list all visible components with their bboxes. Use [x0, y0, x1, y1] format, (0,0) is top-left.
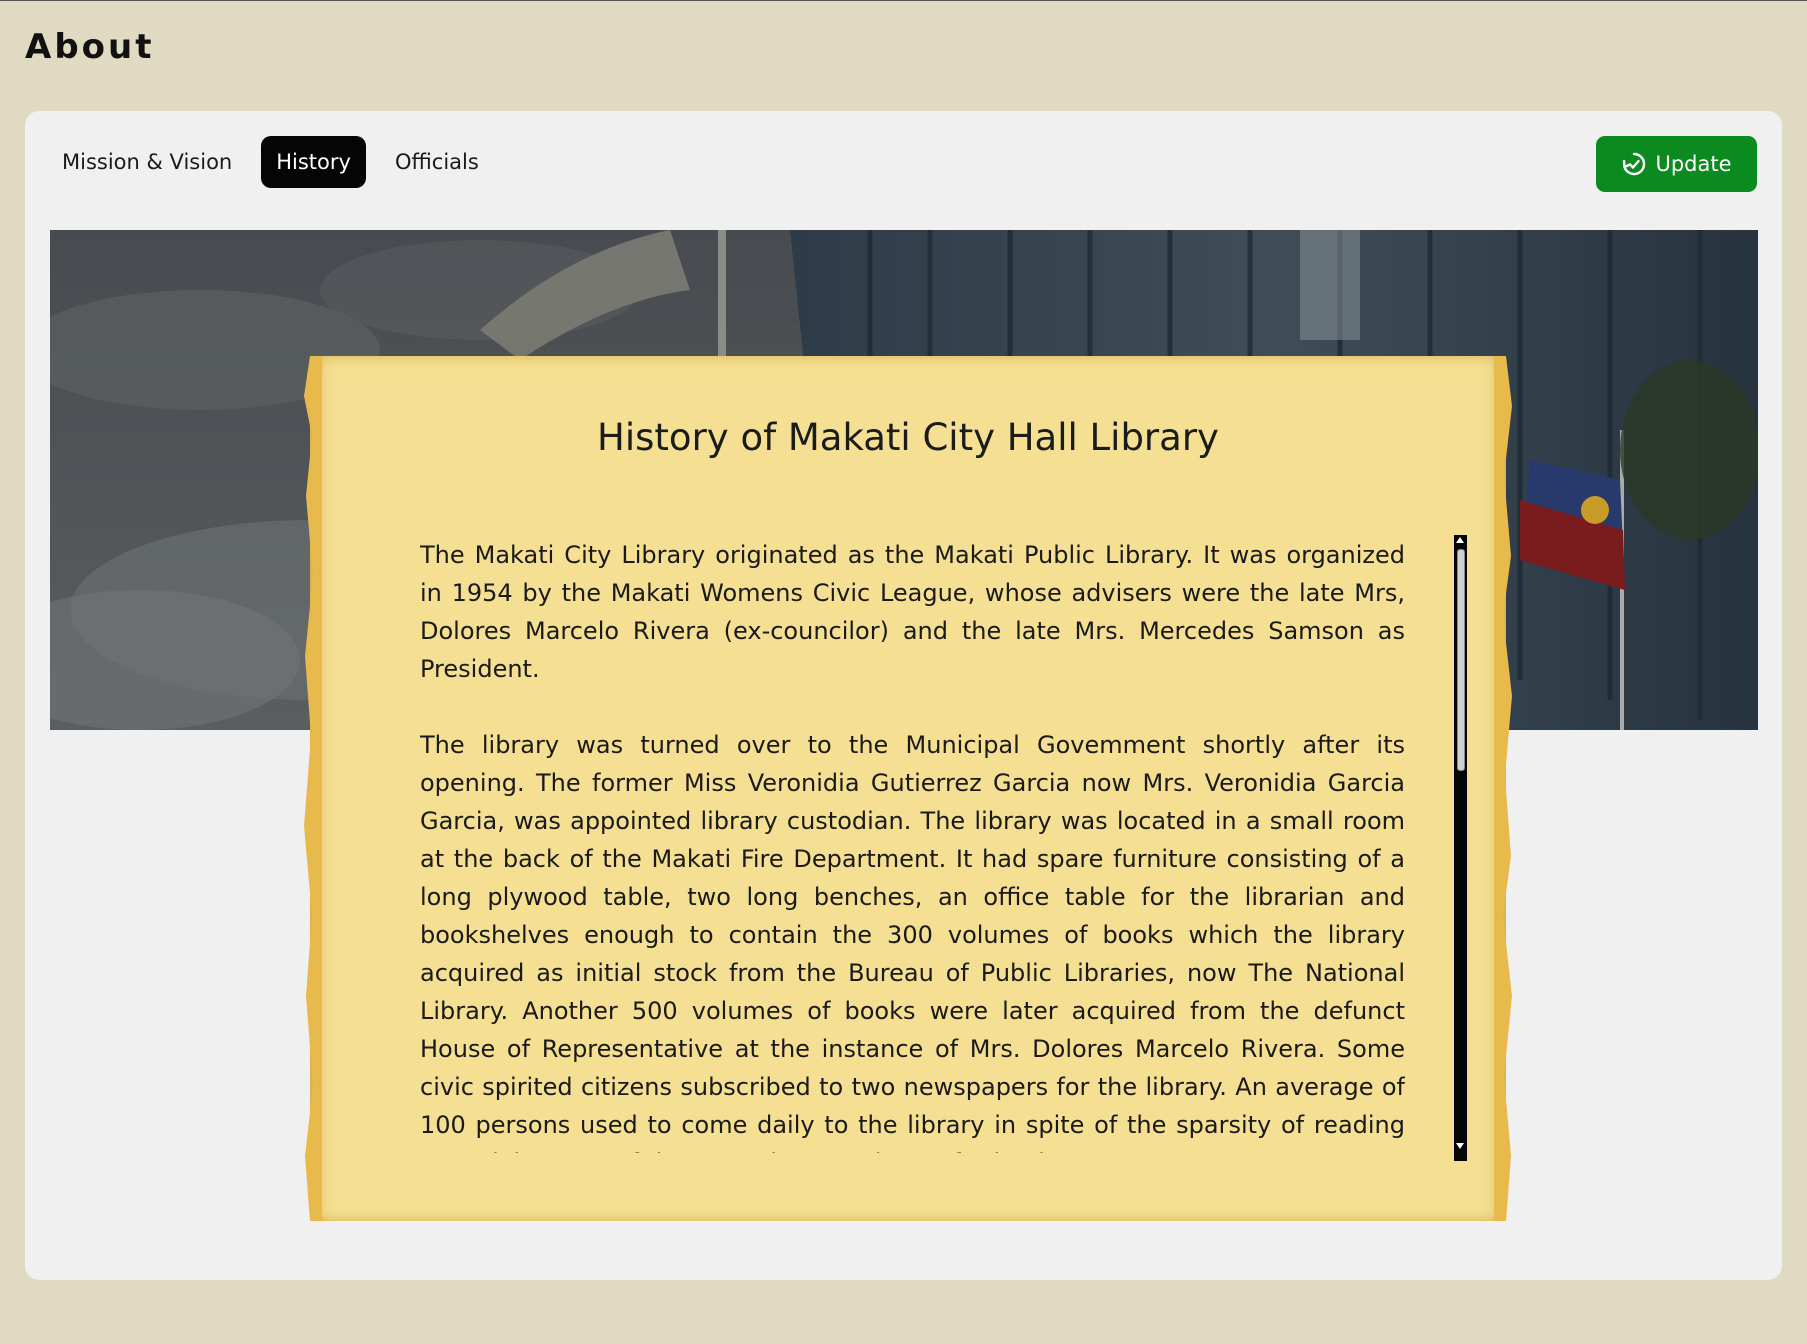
tab-history[interactable]: History — [261, 136, 366, 188]
torn-edge-left — [304, 356, 322, 1221]
scroll-down-arrow-icon[interactable] — [1456, 1143, 1464, 1149]
torn-edge-right — [1494, 356, 1512, 1221]
history-heading: History of Makati City Hall Library — [597, 416, 1219, 459]
history-paragraph: The library was turned over to the Munic… — [420, 731, 1405, 1153]
scrollbar-thumb[interactable] — [1457, 549, 1465, 771]
update-button[interactable]: Update — [1596, 136, 1757, 192]
page-title: About — [25, 27, 155, 67]
history-scrollbar[interactable] — [1454, 535, 1467, 1161]
refresh-check-icon — [1621, 151, 1647, 177]
history-text-scroll-area[interactable]: The Makati City Library originated as th… — [420, 536, 1405, 1153]
about-panel: Mission & Vision History Officials Updat… — [25, 111, 1782, 1280]
tab-officials[interactable]: Officials — [380, 136, 494, 188]
tab-mission-vision[interactable]: Mission & Vision — [47, 136, 247, 188]
history-parchment-card: History of Makati City Hall Library The … — [304, 356, 1512, 1221]
update-button-label: Update — [1655, 152, 1732, 176]
tab-bar: Mission & Vision History Officials — [47, 136, 494, 188]
history-paragraph: The Makati City Library originated as th… — [420, 541, 1405, 683]
scroll-up-arrow-icon[interactable] — [1456, 537, 1464, 543]
